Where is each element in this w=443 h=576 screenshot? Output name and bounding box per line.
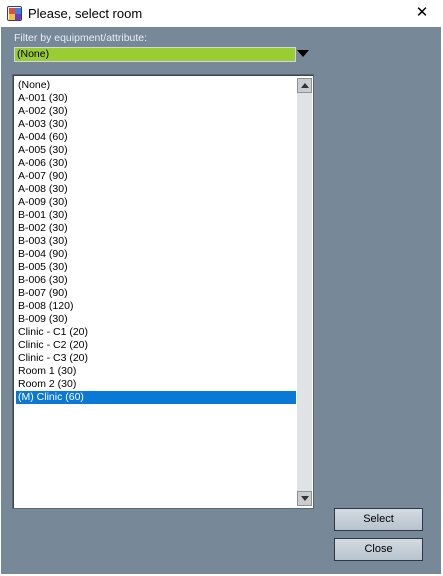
list-item[interactable]: A-003 (30) <box>16 118 296 131</box>
close-icon: ✕ <box>415 4 429 21</box>
scroll-up-button[interactable] <box>297 78 312 93</box>
list-item[interactable]: Clinic - C1 (20) <box>16 326 296 339</box>
list-item[interactable]: B-009 (30) <box>16 313 296 326</box>
arrow-down-icon <box>301 496 309 501</box>
list-item[interactable]: A-002 (30) <box>16 105 296 118</box>
arrow-up-icon <box>301 83 309 88</box>
list-item[interactable]: B-008 (120) <box>16 300 296 313</box>
room-listbox[interactable]: (None) A-001 (30) A-002 (30) A-003 (30) A-00… <box>12 74 314 509</box>
list-item[interactable]: A-009 (30) <box>16 196 296 209</box>
vertical-scrollbar[interactable] <box>297 78 312 506</box>
list-item[interactable]: Room 2 (30) <box>16 378 296 391</box>
list-item[interactable]: A-004 (60) <box>16 131 296 144</box>
list-item[interactable]: A-008 (30) <box>16 183 296 196</box>
list-item[interactable]: (M) Clinic (60) <box>16 391 296 404</box>
filter-combobox[interactable]: (None) <box>14 47 296 62</box>
list-item[interactable]: A-005 (30) <box>16 144 296 157</box>
title-bar: Please, select room ✕ <box>0 0 443 27</box>
list-item[interactable]: B-006 (30) <box>16 274 296 287</box>
app-icon <box>7 6 22 21</box>
list-item[interactable]: Clinic - C2 (20) <box>16 339 296 352</box>
close-button[interactable]: Close <box>334 538 423 561</box>
list-item[interactable]: A-001 (30) <box>16 92 296 105</box>
scroll-down-button[interactable] <box>297 491 312 506</box>
list-item[interactable]: B-002 (30) <box>16 222 296 235</box>
list-item[interactable]: A-006 (30) <box>16 157 296 170</box>
list-item[interactable]: A-007 (90) <box>16 170 296 183</box>
close-window-button[interactable]: ✕ <box>411 2 433 24</box>
list-item[interactable]: B-001 (30) <box>16 209 296 222</box>
list-item[interactable]: B-004 (90) <box>16 248 296 261</box>
list-item[interactable]: B-007 (90) <box>16 287 296 300</box>
room-list: (None) A-001 (30) A-002 (30) A-003 (30) A-00… <box>16 79 296 404</box>
filter-label: Filter by equipment/attribute: <box>14 32 148 44</box>
list-item[interactable]: (None) <box>16 79 296 92</box>
list-item[interactable]: Room 1 (30) <box>16 365 296 378</box>
select-button[interactable]: Select <box>334 508 423 531</box>
list-item[interactable]: B-003 (30) <box>16 235 296 248</box>
list-item[interactable]: Clinic - C3 (20) <box>16 352 296 365</box>
dropdown-arrow-icon[interactable] <box>297 50 309 57</box>
list-item[interactable]: B-005 (30) <box>16 261 296 274</box>
window-title: Please, select room <box>28 6 143 21</box>
